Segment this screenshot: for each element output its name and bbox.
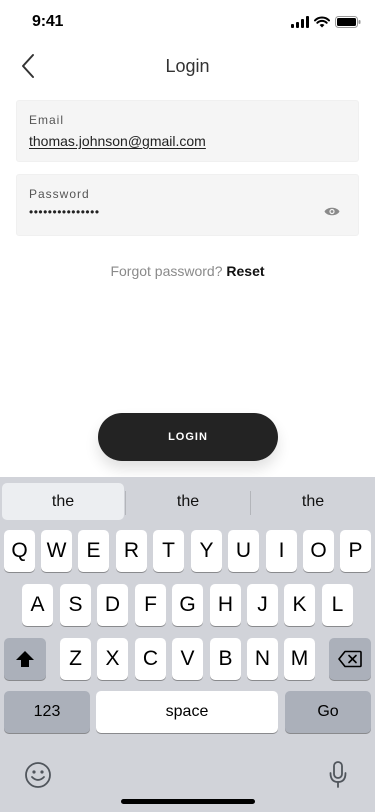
email-value[interactable]: thomas.johnson@gmail.com — [29, 133, 206, 149]
status-icons — [291, 16, 361, 28]
key-m[interactable]: M — [284, 638, 315, 680]
key-p[interactable]: P — [340, 530, 371, 572]
key-h[interactable]: H — [210, 584, 241, 626]
key-r[interactable]: R — [116, 530, 147, 572]
reset-link[interactable]: Reset — [226, 263, 264, 279]
key-i[interactable]: I — [266, 530, 297, 572]
forgot-password-row: Forgot password? Reset — [0, 263, 375, 279]
home-indicator — [121, 799, 255, 804]
signal-icon — [291, 16, 309, 28]
backspace-icon — [338, 650, 362, 668]
email-field[interactable]: Email thomas.johnson@gmail.com — [16, 100, 359, 162]
suggestion-item[interactable]: the — [2, 483, 124, 520]
login-button[interactable]: LOGIN — [98, 413, 278, 461]
microphone-icon[interactable] — [329, 761, 347, 789]
shift-icon — [16, 651, 34, 667]
status-time: 9:41 — [32, 13, 64, 30]
suggestion-bar: the the the — [0, 477, 375, 525]
key-l[interactable]: L — [322, 584, 353, 626]
key-z[interactable]: Z — [60, 638, 91, 680]
shift-key[interactable] — [4, 638, 46, 680]
keyboard: the the the Q W E R T Y U I O P A S D F … — [0, 477, 375, 812]
key-a[interactable]: A — [22, 584, 53, 626]
key-q[interactable]: Q — [4, 530, 35, 572]
space-key[interactable]: space — [96, 691, 278, 733]
suggestion-item[interactable]: the — [252, 483, 374, 520]
password-label: Password — [29, 187, 90, 201]
status-bar: 9:41 — [0, 0, 375, 44]
email-label: Email — [29, 113, 65, 127]
key-x[interactable]: X — [97, 638, 128, 680]
key-w[interactable]: W — [41, 530, 72, 572]
suggestion-divider — [125, 491, 126, 515]
key-s[interactable]: S — [60, 584, 91, 626]
key-t[interactable]: T — [153, 530, 184, 572]
key-g[interactable]: G — [172, 584, 203, 626]
numbers-key[interactable]: 123 — [4, 691, 90, 733]
backspace-key[interactable] — [329, 638, 371, 680]
key-f[interactable]: F — [135, 584, 166, 626]
nav-bar: Login — [0, 44, 375, 88]
suggestion-divider — [250, 491, 251, 515]
key-u[interactable]: U — [228, 530, 259, 572]
key-n[interactable]: N — [247, 638, 278, 680]
go-key[interactable]: Go — [285, 691, 371, 733]
password-value[interactable]: ••••••••••••••• — [29, 205, 100, 219]
key-e[interactable]: E — [78, 530, 109, 572]
wifi-icon — [314, 16, 330, 28]
key-j[interactable]: J — [247, 584, 278, 626]
forgot-password-text: Forgot password? — [110, 263, 223, 279]
key-k[interactable]: K — [284, 584, 315, 626]
page-title: Login — [165, 56, 210, 76]
key-o[interactable]: O — [303, 530, 334, 572]
key-b[interactable]: B — [210, 638, 241, 680]
key-y[interactable]: Y — [191, 530, 222, 572]
password-field[interactable]: Password ••••••••••••••• — [16, 174, 359, 236]
suggestion-item[interactable]: the — [127, 483, 249, 520]
key-d[interactable]: D — [97, 584, 128, 626]
key-c[interactable]: C — [135, 638, 166, 680]
battery-icon — [335, 16, 361, 28]
key-v[interactable]: V — [172, 638, 203, 680]
eye-icon[interactable] — [324, 206, 340, 217]
emoji-icon[interactable] — [24, 761, 52, 789]
